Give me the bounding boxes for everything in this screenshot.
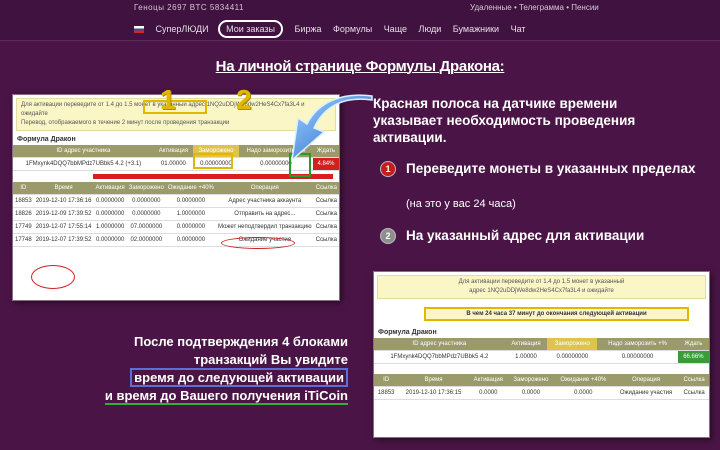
nav-item-superpeople[interactable]: СуперЛЮДИ [156,24,209,34]
col-header: Активация [504,338,548,351]
top-bar: Геноцы 2697 BTC 5834411 Удаленные • Теле… [0,0,720,41]
nav-item-exchange[interactable]: Биржа [295,24,322,34]
table-row: 18853 2019-12-10 17:36:16 0.0000000 0.00000… [13,194,339,208]
history-table: ID Время Активация Заморожено Ожидание +… [13,182,339,247]
col-header: Ссылка [679,374,709,387]
table-row: 18826 2019-12-09 17:39:52 0.0000000 0.00000… [13,207,339,221]
highlight-date [31,265,75,289]
step1-note: (на это у вас 24 часа) [406,198,516,210]
col-header: Активация [93,182,127,195]
highlight-frozen [193,153,233,169]
step2-badge: 2 [380,228,396,244]
nav-item-formulas[interactable]: Формулы [333,24,372,34]
nav-item-people[interactable]: Люди [419,24,442,34]
col-header: Операция [612,374,680,387]
top-status-text: Геноцы 2697 BTC 5834411 [134,3,244,12]
step2-text: На указанный адрес для активации [406,228,645,243]
bottom-line-2: транзакций Вы увидите [193,352,348,367]
flag-icon[interactable] [134,26,144,34]
step1-text: Переведите монеты в указанных пределах [406,161,696,176]
col-header: Ожидание +40% [165,182,216,195]
bottom-explanation: После подтверждения 4 блоками транзакций… [78,333,348,405]
history-table: ID Время Активация Заморожено Ожидание +… [374,374,709,400]
formula-summary-table: ID адрес участника Активация Заморожено … [374,338,709,364]
col-header: Операция [215,182,314,195]
bottom-line-4-underlined: и время до Вашего получения iTiCoin [104,388,348,405]
bottom-line-1: После подтверждения 4 блоками [134,334,348,349]
col-header: Время [398,374,469,387]
pointer-arrow-icon [290,94,373,162]
col-header: Заморожено [507,374,554,387]
highlight-address [221,237,295,249]
col-header: Активация [468,374,508,387]
col-header: Ждать [677,338,709,351]
col-header: Ссылка [313,182,339,195]
progress-cell: 66.66% [677,350,709,364]
intro-text: Красная полоса на датчике времени указыв… [373,96,636,145]
col-header: ID адрес участника [13,145,154,158]
callout-number-1: 1 [160,84,176,115]
col-header: Время [33,182,94,195]
nav-item-more[interactable]: Чаще [384,24,407,34]
nav-item-wallets[interactable]: Бумажники [453,24,499,34]
formula-title: Формула Дракон [378,329,437,336]
nav-item-chat[interactable]: Чат [511,24,526,34]
callout-number-2: 2 [236,84,252,115]
col-header: Ожидание +40% [553,374,613,387]
page-title: На личной странице Формулы Дракона: [215,58,505,75]
step1-badge: 1 [380,161,396,177]
col-header: ID [13,182,34,195]
bottom-line-3-boxed: время до следующей активации [130,368,348,387]
col-header: Активация [153,145,193,158]
table-row: 1FMxynk4DQQ7bbMPdz7UBbk5 4.2 1.00000 0.0… [374,350,709,364]
col-header: Заморожено [547,338,598,351]
activation-banner: Для активации переведите от 1.4 до 1.5 м… [377,275,706,299]
col-header: Надо заморозить +% [597,338,678,351]
table-row: 17749 2019-12-07 17:55:14 1.0000000 07.0000… [13,220,339,234]
nav-item-my-orders[interactable]: Мои заказы [218,20,283,38]
col-header: Заморожено [126,182,166,195]
top-links[interactable]: Удаленные • Телеграмма • Пенсии [470,3,599,12]
col-header: ID [374,374,399,387]
main-nav: СуперЛЮДИ Мои заказы Биржа Формулы Чаще … [134,20,535,38]
col-header: ID адрес участника [374,338,505,351]
screenshot-activated: Для активации переведите от 1.4 до 1.5 м… [373,271,710,438]
table-row: 18853 2019-12-10 17:36:15 0.0000 0.0000 0.00… [374,386,709,400]
next-activation-notice: В чем 24 часа 37 минут до окончания след… [424,307,689,321]
